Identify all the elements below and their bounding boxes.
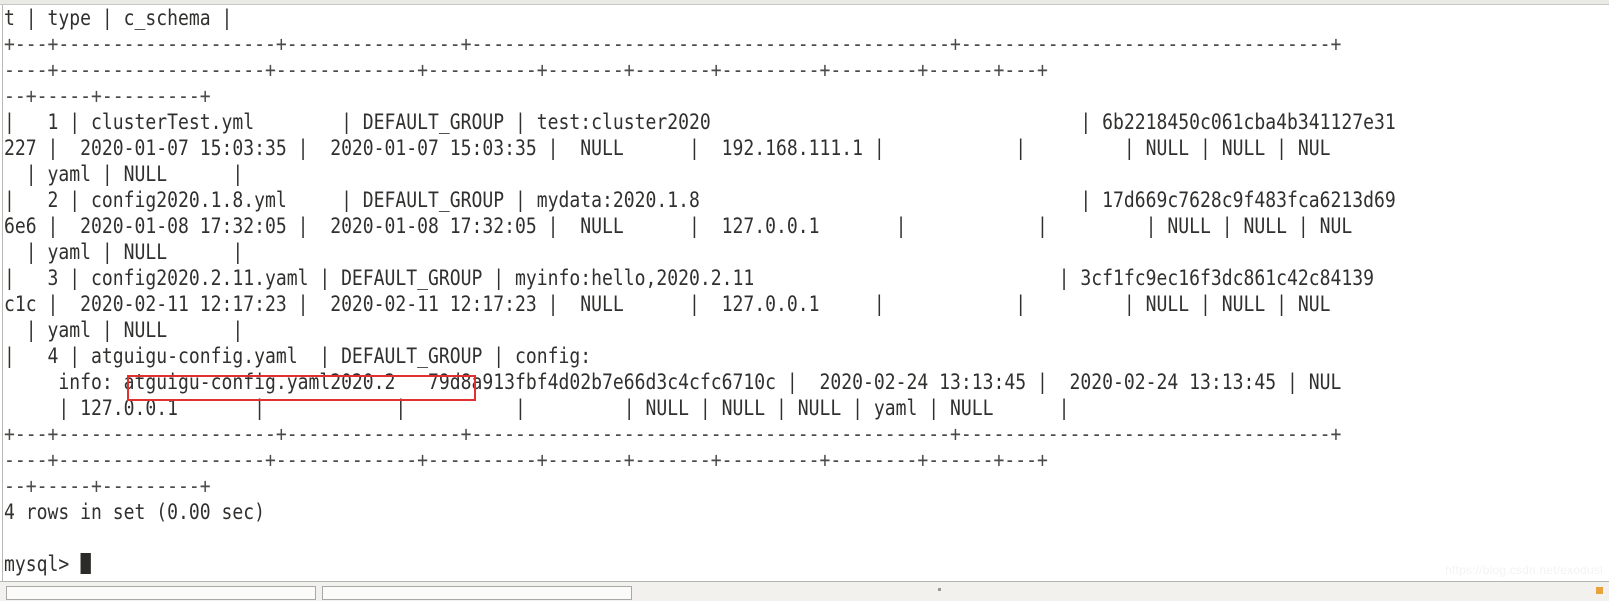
terminal-line-separator: +---+--------------------+--------------… [4,32,1342,56]
table-row-wrap: 227 | 2020-01-07 15:03:35 | 2020-01-07 1… [4,136,1331,160]
window-left-edge [0,5,3,581]
prompt-line[interactable]: mysql> [4,551,1384,577]
table-row-wrap: | yaml | NULL | [4,240,244,264]
table-row: | 1 | clusterTest.yml | DEFAULT_GROUP | … [4,110,1396,134]
taskbar-status-dot[interactable] [1596,587,1603,594]
rows-in-set-status: 4 rows in set (0.00 sec) [4,500,265,524]
prompt-label: mysql> [4,552,81,576]
table-row-wrap: c1c | 2020-02-11 12:17:23 | 2020-02-11 1… [4,292,1331,316]
table-row-wrap: | yaml | NULL | [4,162,244,186]
watermark-text: https://blog.csdn.net/exodusl [1445,563,1603,577]
terminal-line-separator: ----+-------------------+-------------+-… [4,58,1048,82]
terminal-output-area[interactable]: t | type | c_schema | +---+-------------… [4,5,1609,581]
taskbar-item[interactable] [322,586,632,600]
taskbar-marker [938,588,941,591]
terminal-line-separator: --+-----+---------+ [4,84,211,108]
terminal-line-separator: ----+-------------------+-------------+-… [4,448,1048,472]
table-row: | 4 | atguigu-config.yaml | DEFAULT_GROU… [4,344,592,368]
taskbar-item[interactable] [6,586,316,600]
table-row: | 2 | config2020.1.8.yml | DEFAULT_GROUP… [4,188,1396,212]
table-row: | 3 | config2020.2.11.yaml | DEFAULT_GRO… [4,266,1375,290]
table-row-wrap: 6e6 | 2020-01-08 17:32:05 | 2020-01-08 1… [4,214,1353,238]
screen: t | type | c_schema | +---+-------------… [0,0,1609,601]
table-row-wrap: | 127.0.0.1 | | | | NULL | NULL | NULL |… [4,396,1070,420]
table-row-highlighted: info: atguigu-config.yaml2020.2 79d8a913… [4,370,1342,394]
terminal-line-separator: +---+--------------------+--------------… [4,422,1342,446]
taskbar[interactable] [0,581,1609,601]
table-row-wrap: | yaml | NULL | [4,318,244,342]
text-cursor [80,553,91,574]
terminal-line: t | type | c_schema | [4,6,233,30]
terminal-line-separator: --+-----+---------+ [4,474,211,498]
